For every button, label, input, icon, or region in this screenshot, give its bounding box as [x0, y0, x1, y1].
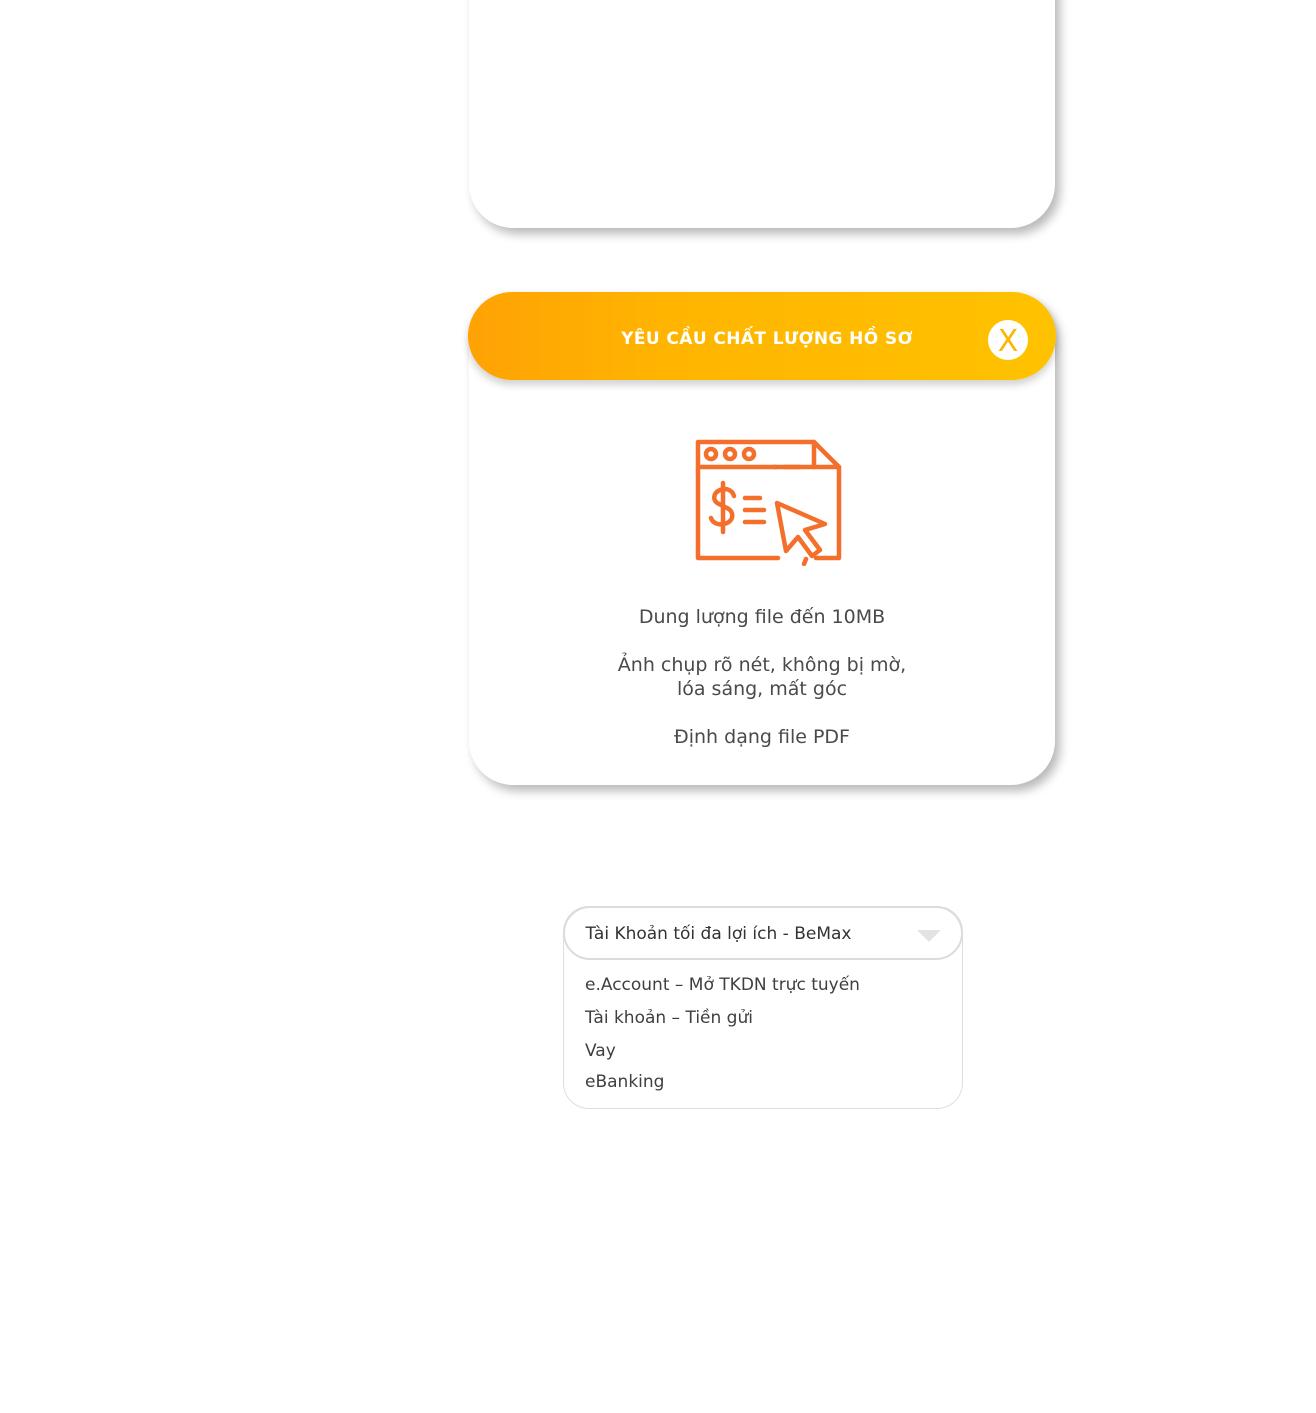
- payment-document-cursor-icon: [695, 439, 842, 566]
- modal-header: YÊU CẦU CHẤT LƯỢNG HỒ SƠ X: [468, 292, 1056, 380]
- requirement-file-format: Định dạng file PDF: [674, 726, 850, 748]
- dropdown-option[interactable]: e.Account – Mở TKDN trực tuyến: [585, 974, 860, 996]
- dropdown-option[interactable]: Vay: [585, 1040, 616, 1062]
- close-button[interactable]: X: [988, 320, 1028, 360]
- chevron-down-icon[interactable]: [916, 929, 941, 942]
- content-card: [469, 0, 1055, 228]
- file-requirements-modal: YÊU CẦU CHẤT LƯỢNG HỒ SƠ X Dung lượng fi…: [468, 292, 1056, 785]
- dropdown-selected-value[interactable]: Tài Khoản tối đa lợi ích - BeMax: [562, 905, 963, 960]
- dropdown-selected-label: Tài Khoản tối đa lợi ích - BeMax: [585, 923, 852, 944]
- dropdown-option[interactable]: eBanking: [585, 1071, 664, 1093]
- modal-title: YÊU CẦU CHẤT LƯỢNG HỒ SƠ: [621, 329, 913, 349]
- dropdown-option[interactable]: Tài khoản – Tiền gửi: [585, 1007, 753, 1029]
- requirement-image-quality: Ảnh chụp rõ nét, không bị mờ,: [617, 654, 907, 676]
- requirement-file-size: Dung lượng file đến 10MB: [638, 606, 886, 628]
- product-dropdown: Tài Khoản tối đa lợi ích - BeMax e.Accou…: [562, 905, 963, 1109]
- requirement-image-quality-cont: lóa sáng, mất góc: [676, 678, 848, 700]
